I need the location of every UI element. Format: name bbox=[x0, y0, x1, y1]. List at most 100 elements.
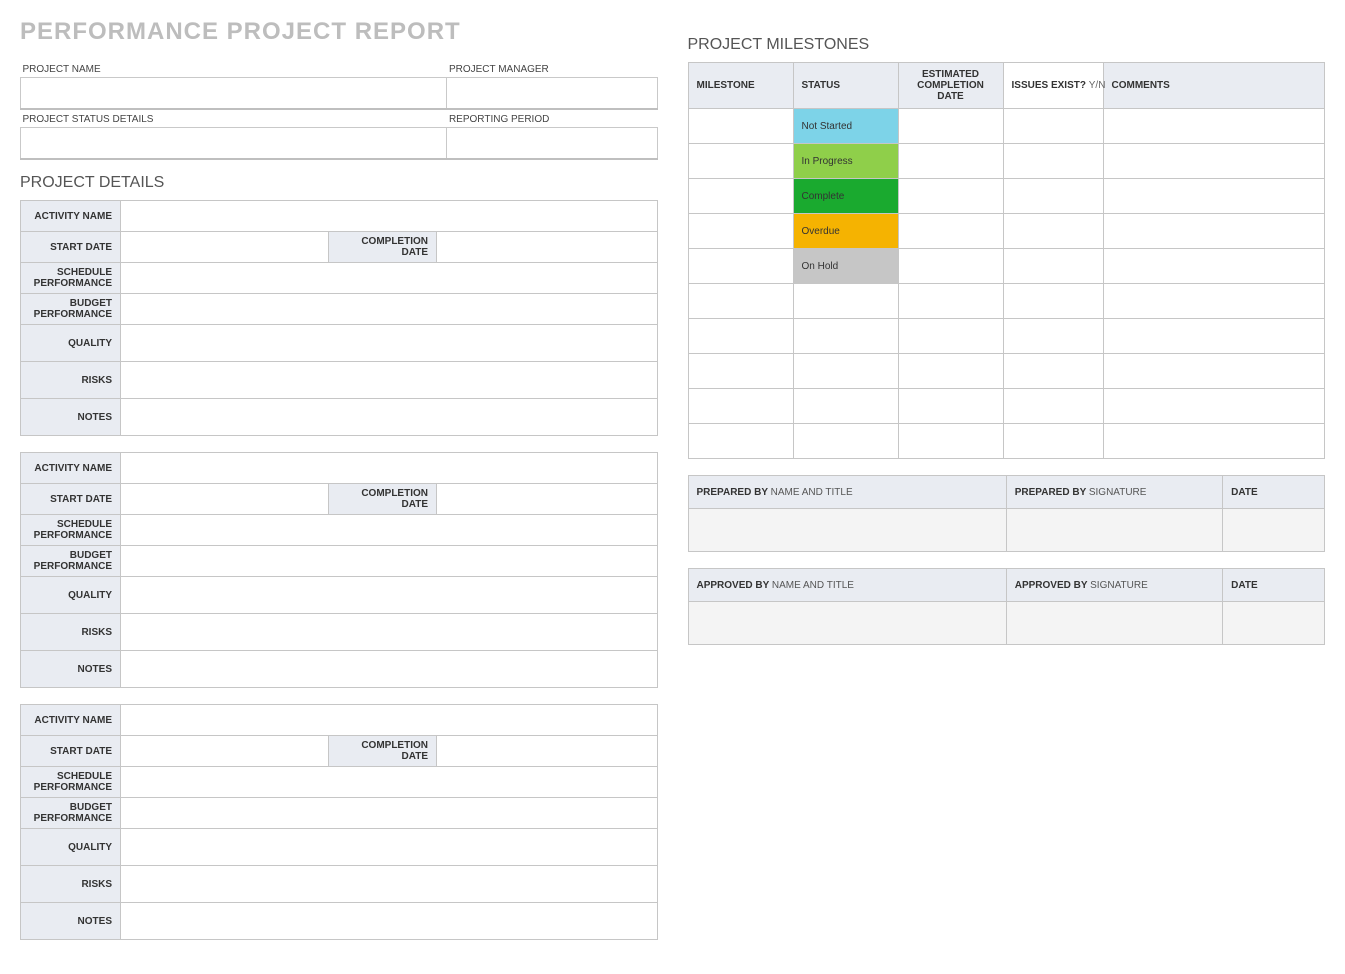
project-status-field[interactable] bbox=[21, 128, 447, 160]
notes-field[interactable] bbox=[121, 651, 658, 688]
milestone-status-field[interactable]: Not Started bbox=[793, 109, 898, 144]
milestone-estimated-field[interactable] bbox=[898, 389, 1003, 424]
milestone-name-field[interactable] bbox=[688, 424, 793, 459]
quality-field[interactable] bbox=[121, 577, 658, 614]
milestone-name-field[interactable] bbox=[688, 249, 793, 284]
milestone-status-field[interactable] bbox=[793, 389, 898, 424]
milestone-estimated-field[interactable] bbox=[898, 424, 1003, 459]
milestone-status-field[interactable]: Overdue bbox=[793, 214, 898, 249]
milestone-issues-field[interactable] bbox=[1003, 424, 1103, 459]
approved-by-table: APPROVED BY NAME AND TITLE APPROVED BY S… bbox=[688, 568, 1326, 645]
milestone-status-field[interactable] bbox=[793, 424, 898, 459]
milestone-status-field[interactable] bbox=[793, 284, 898, 319]
milestone-issues-field[interactable] bbox=[1003, 179, 1103, 214]
project-name-label: PROJECT NAME bbox=[21, 60, 447, 78]
start-date-field[interactable] bbox=[121, 232, 329, 263]
completion-date-field[interactable] bbox=[437, 484, 658, 515]
milestones-col-issues: ISSUES EXIST? Y/N bbox=[1003, 63, 1103, 109]
notes-field[interactable] bbox=[121, 903, 658, 940]
milestone-estimated-field[interactable] bbox=[898, 354, 1003, 389]
milestone-estimated-field[interactable] bbox=[898, 179, 1003, 214]
schedule-performance-field[interactable] bbox=[121, 767, 658, 798]
schedule-performance-field[interactable] bbox=[121, 515, 658, 546]
milestone-issues-field[interactable] bbox=[1003, 319, 1103, 354]
approved-by-signature-label: APPROVED BY SIGNATURE bbox=[1006, 569, 1222, 602]
milestone-estimated-field[interactable] bbox=[898, 249, 1003, 284]
project-manager-label: PROJECT MANAGER bbox=[447, 60, 657, 78]
milestone-status-field[interactable]: In Progress bbox=[793, 144, 898, 179]
milestone-name-field[interactable] bbox=[688, 179, 793, 214]
milestone-name-field[interactable] bbox=[688, 319, 793, 354]
milestone-comments-field[interactable] bbox=[1103, 249, 1325, 284]
project-header: PROJECT NAME PROJECT MANAGER PROJECT STA… bbox=[20, 60, 658, 160]
schedule-performance-field[interactable] bbox=[121, 263, 658, 294]
milestone-estimated-field[interactable] bbox=[898, 144, 1003, 179]
milestone-estimated-field[interactable] bbox=[898, 284, 1003, 319]
risks-field[interactable] bbox=[121, 866, 658, 903]
activity-name-field[interactable] bbox=[121, 705, 658, 736]
milestone-comments-field[interactable] bbox=[1103, 424, 1325, 459]
project-name-field[interactable] bbox=[21, 78, 447, 110]
milestone-comments-field[interactable] bbox=[1103, 179, 1325, 214]
approved-by-name-field[interactable] bbox=[688, 602, 1006, 645]
quality-field[interactable] bbox=[121, 325, 658, 362]
milestone-issues-field[interactable] bbox=[1003, 284, 1103, 319]
notes-label: NOTES bbox=[21, 903, 121, 940]
milestones-col-estimated: ESTIMATED COMPLETION DATE bbox=[898, 63, 1003, 109]
milestone-row bbox=[688, 284, 1325, 319]
milestone-status-field[interactable] bbox=[793, 354, 898, 389]
milestone-comments-field[interactable] bbox=[1103, 109, 1325, 144]
schedule-performance-label: SCHEDULE PERFORMANCE bbox=[21, 767, 121, 798]
milestone-status-field[interactable]: Complete bbox=[793, 179, 898, 214]
prepared-by-name-field[interactable] bbox=[688, 509, 1006, 552]
milestone-name-field[interactable] bbox=[688, 214, 793, 249]
activity-name-field[interactable] bbox=[121, 453, 658, 484]
quality-field[interactable] bbox=[121, 829, 658, 866]
milestone-comments-field[interactable] bbox=[1103, 144, 1325, 179]
risks-field[interactable] bbox=[121, 362, 658, 399]
notes-field[interactable] bbox=[121, 399, 658, 436]
milestone-row bbox=[688, 389, 1325, 424]
milestone-comments-field[interactable] bbox=[1103, 389, 1325, 424]
completion-date-field[interactable] bbox=[437, 232, 658, 263]
quality-label: QUALITY bbox=[21, 829, 121, 866]
budget-performance-field[interactable] bbox=[121, 798, 658, 829]
start-date-field[interactable] bbox=[121, 484, 329, 515]
milestone-comments-field[interactable] bbox=[1103, 319, 1325, 354]
project-manager-field[interactable] bbox=[447, 78, 657, 110]
budget-performance-field[interactable] bbox=[121, 294, 658, 325]
risks-field[interactable] bbox=[121, 614, 658, 651]
milestone-status-field[interactable] bbox=[793, 319, 898, 354]
start-date-field[interactable] bbox=[121, 736, 329, 767]
completion-date-field[interactable] bbox=[437, 736, 658, 767]
milestone-issues-field[interactable] bbox=[1003, 249, 1103, 284]
milestone-comments-field[interactable] bbox=[1103, 214, 1325, 249]
milestone-status-field[interactable]: On Hold bbox=[793, 249, 898, 284]
milestone-name-field[interactable] bbox=[688, 144, 793, 179]
prepared-by-date-label: DATE bbox=[1223, 476, 1325, 509]
milestone-issues-field[interactable] bbox=[1003, 389, 1103, 424]
activity-name-field[interactable] bbox=[121, 201, 658, 232]
budget-performance-field[interactable] bbox=[121, 546, 658, 577]
prepared-by-date-field[interactable] bbox=[1223, 509, 1325, 552]
activity-table: ACTIVITY NAMESTART DATECOMPLETION DATESC… bbox=[20, 704, 658, 940]
reporting-period-field[interactable] bbox=[447, 128, 657, 160]
milestone-issues-field[interactable] bbox=[1003, 109, 1103, 144]
approved-by-signature-field[interactable] bbox=[1006, 602, 1222, 645]
milestone-name-field[interactable] bbox=[688, 109, 793, 144]
milestone-row: In Progress bbox=[688, 144, 1325, 179]
milestone-estimated-field[interactable] bbox=[898, 109, 1003, 144]
milestone-issues-field[interactable] bbox=[1003, 354, 1103, 389]
milestone-estimated-field[interactable] bbox=[898, 214, 1003, 249]
approved-by-date-field[interactable] bbox=[1223, 602, 1325, 645]
milestone-estimated-field[interactable] bbox=[898, 319, 1003, 354]
milestone-comments-field[interactable] bbox=[1103, 354, 1325, 389]
milestone-name-field[interactable] bbox=[688, 389, 793, 424]
milestone-name-field[interactable] bbox=[688, 354, 793, 389]
prepared-by-signature-field[interactable] bbox=[1006, 509, 1222, 552]
milestone-issues-field[interactable] bbox=[1003, 144, 1103, 179]
milestone-comments-field[interactable] bbox=[1103, 284, 1325, 319]
milestone-row bbox=[688, 424, 1325, 459]
milestone-name-field[interactable] bbox=[688, 284, 793, 319]
milestone-issues-field[interactable] bbox=[1003, 214, 1103, 249]
